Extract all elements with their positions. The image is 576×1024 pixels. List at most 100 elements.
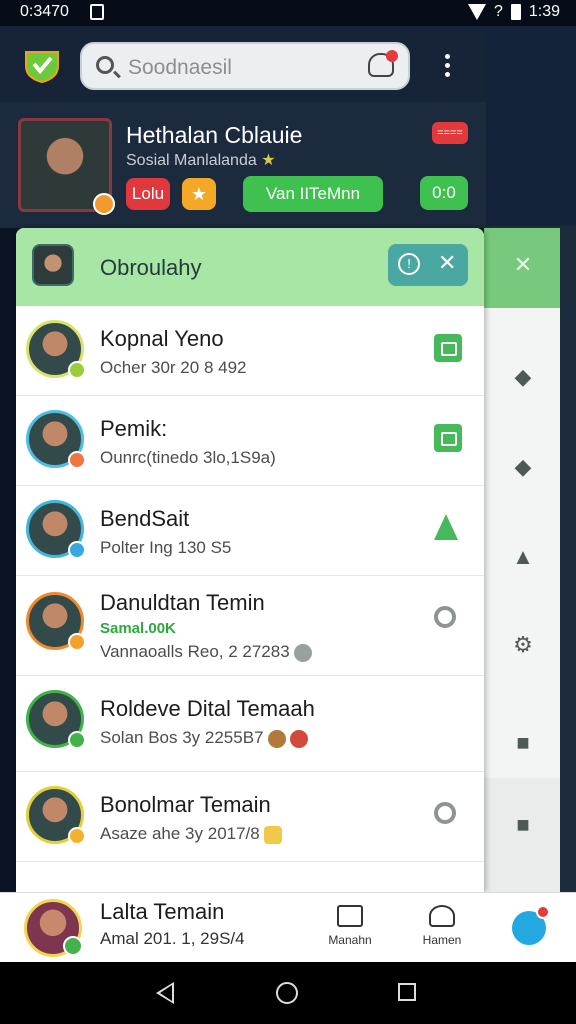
- contact-subtitle: Ounrc(tinedo 3lo,1S9a): [100, 448, 276, 468]
- current-user-avatar[interactable]: [24, 899, 83, 957]
- contact-badge: [68, 451, 86, 469]
- send-icon[interactable]: [434, 334, 462, 362]
- contact-row[interactable]: Bonolmar Temain Asaze ahe 3y 2017/8: [16, 772, 484, 862]
- profile-subtitle-text: Sosial Manlalanda: [126, 152, 257, 169]
- contact-subtitle-text: Solan Bos 3y 2255B7: [100, 728, 264, 747]
- contact-name: Kopnal Yeno: [100, 326, 224, 351]
- app-logo-icon: [25, 51, 59, 84]
- profile-subtitle: Sosial Manlalanda ★: [126, 150, 276, 170]
- background-list-bottom: ■: [484, 778, 560, 892]
- tab-messages-label: Manahn: [328, 933, 372, 947]
- tag-icon: ◆: [514, 454, 532, 479]
- contact-row[interactable]: Danuldtan Temin Samal.00K Vannaoalls Reo, …: [16, 576, 484, 676]
- contact-name: Danuldtan Temin: [100, 590, 265, 615]
- status-time: 0:3470: [20, 3, 69, 20]
- tab-messages[interactable]: Manahn: [318, 905, 382, 947]
- contact-avatar[interactable]: [26, 592, 86, 651]
- status-icons: ? 1:39: [467, 3, 560, 21]
- contact-badge: [68, 541, 86, 559]
- contact-row[interactable]: BendSait Polter Ing 130 S5: [16, 486, 484, 576]
- wifi-icon: [467, 4, 486, 20]
- background-panel: ✕ ◆ ◆ ▲ ⚙ ■ ■: [484, 26, 576, 962]
- more-menu-icon[interactable]: [443, 54, 451, 80]
- mail-icon: [337, 905, 363, 927]
- home-icon: ▲: [512, 544, 534, 569]
- contact-subtitle-text: Ounrc(tinedo 3lo,1S9a): [100, 448, 276, 467]
- bottom-bar: Lalta Temain Amal 201. 1, 29S/4 Manahn H…: [0, 892, 576, 962]
- contact-name: Roldeve Dital Temaah: [100, 696, 315, 721]
- notification-icon: [90, 4, 104, 20]
- settings-icon: [293, 643, 312, 662]
- profile-red-button[interactable]: Lolu: [126, 178, 170, 210]
- contact-subtitle-text: Polter Ing 130 S5: [100, 538, 232, 557]
- reaction-icon: [289, 729, 308, 748]
- gift-icon: [263, 825, 282, 844]
- profile-avatar[interactable]: [18, 118, 115, 215]
- send-icon[interactable]: [434, 424, 462, 452]
- contact-subtitle-text: Asaze ahe 3y 2017/8: [100, 824, 260, 843]
- favorite-star-button[interactable]: ★: [182, 178, 216, 210]
- panel-actions: ! ✕: [388, 244, 468, 286]
- tree-icon[interactable]: [434, 514, 458, 540]
- tab-profile[interactable]: Hamen: [410, 905, 474, 947]
- tag-icon: ◆: [514, 364, 532, 389]
- contact-badge: [68, 731, 86, 749]
- profile-strip: Hethalan Cblauie Sosial Manlalanda ★ ===…: [0, 102, 486, 228]
- star-icon: ★: [261, 152, 276, 169]
- panel-avatar: [32, 244, 74, 286]
- fab-notification-dot: [536, 905, 550, 919]
- home-icon[interactable]: [276, 982, 298, 1004]
- contact-subtitle-text: Vannaoalls Reo, 2 27283: [100, 642, 290, 661]
- profile-action-button[interactable]: Van IITeMnn: [243, 176, 383, 212]
- contact-avatar[interactable]: [26, 410, 86, 469]
- tab-profile-label: Hamen: [422, 933, 462, 947]
- search-icon: [96, 56, 114, 74]
- contact-status: Samal.00K: [100, 620, 176, 637]
- chat-fab-button[interactable]: [512, 905, 550, 945]
- contact-row[interactable]: Roldeve Dital Temaah Solan Bos 3y 2255B7: [16, 676, 484, 772]
- add-badge: [63, 936, 83, 956]
- contact-name: Bonolmar Temain: [100, 792, 271, 817]
- contact-subtitle: Polter Ing 130 S5: [100, 538, 231, 558]
- contact-row[interactable]: Pemik: Ounrc(tinedo 3lo,1S9a): [16, 396, 484, 486]
- contact-name: Pemik:: [100, 416, 168, 441]
- contact-subtitle: Ocher 30r 20 8 492: [100, 358, 246, 378]
- contact-badge: [68, 633, 86, 651]
- battery-icon: [510, 4, 521, 20]
- system-nav-bar: [0, 962, 576, 1024]
- current-user-name: Lalta Temain: [100, 899, 225, 924]
- back-icon[interactable]: [156, 982, 174, 1004]
- status-ring-icon[interactable]: [434, 606, 456, 628]
- contact-avatar[interactable]: [26, 320, 86, 379]
- contact-subtitle-text: Ocher 30r 20 8 492: [100, 358, 247, 377]
- settings-icon: ⚙: [513, 632, 533, 657]
- background-list: ◆ ◆ ▲ ⚙ ■: [484, 308, 560, 778]
- contact-name: BendSait: [100, 506, 190, 531]
- status-bar: 0:3470 ? 1:39: [0, 0, 576, 26]
- panel-header: Obroulahy ! ✕: [16, 228, 484, 306]
- info-icon[interactable]: !: [398, 253, 420, 275]
- profile-top-badge: ====: [432, 122, 468, 144]
- contacts-panel: Obroulahy ! ✕ Kopnal Yeno Ocher 30r 20 8 …: [16, 228, 484, 892]
- search-input[interactable]: Soodnaesil: [128, 56, 232, 80]
- notification-dot: [386, 50, 398, 62]
- person-icon: [429, 905, 455, 927]
- close-icon: ✕: [513, 252, 533, 277]
- status-ring-icon[interactable]: [434, 802, 456, 824]
- recents-icon[interactable]: [398, 983, 416, 1001]
- contact-avatar[interactable]: [26, 690, 86, 749]
- status-clock: 1:39: [528, 3, 560, 20]
- search-bar[interactable]: Soodnaesil: [80, 42, 410, 90]
- reaction-icon: [267, 729, 286, 748]
- close-icon[interactable]: ✕: [438, 250, 456, 276]
- contact-avatar[interactable]: [26, 500, 86, 559]
- contact-row[interactable]: Kopnal Yeno Ocher 30r 20 8 492: [16, 306, 484, 396]
- score-badge: 0:0: [420, 176, 468, 210]
- contact-subtitle: Asaze ahe 3y 2017/8: [100, 824, 282, 844]
- contact-avatar[interactable]: [26, 786, 86, 845]
- signal-icon: ?: [493, 3, 503, 20]
- background-header: [484, 26, 576, 226]
- contact-subtitle: Solan Bos 3y 2255B7: [100, 728, 308, 748]
- app-header: Soodnaesil: [0, 26, 486, 102]
- shirt-icon: ■: [516, 812, 530, 837]
